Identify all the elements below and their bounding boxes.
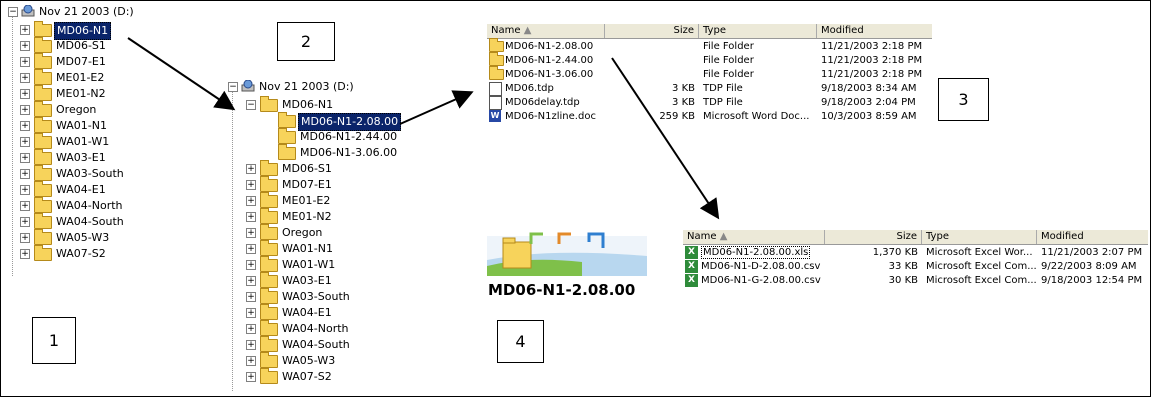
arrows-layer	[127, 37, 720, 220]
arrow-3-to-4	[611, 57, 720, 220]
arrow-2-to-3	[399, 90, 474, 125]
arrow-1-to-2	[127, 37, 236, 111]
